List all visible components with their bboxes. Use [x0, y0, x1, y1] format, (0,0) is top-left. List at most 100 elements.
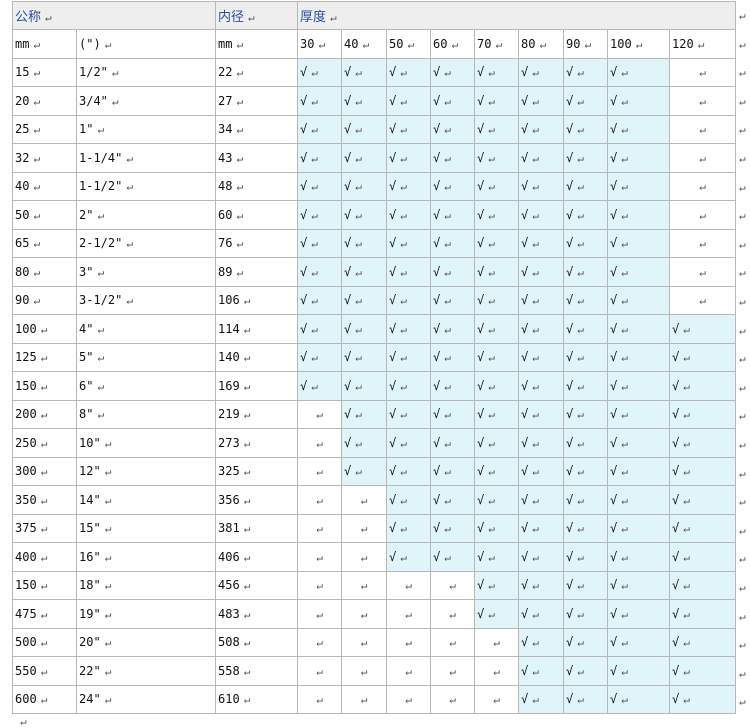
- return-mark: ↵: [97, 322, 105, 336]
- return-mark: ↵: [405, 607, 412, 621]
- nominal-mm-cell: 200 ↵: [12, 399, 77, 429]
- inner-diameter-cell: 456 ↵: [215, 570, 298, 600]
- return-mark: ↵: [248, 11, 255, 24]
- return-mark: ↵: [621, 379, 628, 393]
- nominal-mm-cell: 600 ↵: [12, 684, 77, 714]
- check-mark: √: [433, 122, 441, 137]
- return-mark: ↵: [400, 208, 407, 222]
- check-mark: √: [610, 293, 618, 308]
- check-mark: √: [433, 464, 441, 479]
- return-mark: ↵: [316, 636, 323, 650]
- table-row: 90 ↵ 3-1/2" ↵ 106 ↵ √ ↵ √ ↵ √ ↵ √ ↵ √ ↵ √ ↵ √ ↵ √ ↵ ↵: [12, 285, 736, 315]
- return-mark: ↵: [243, 693, 251, 707]
- outside-return-marks: ↵ ↵ ↵ ↵ ↵ ↵ ↵ ↵ ↵ ↵ ↵ ↵ ↵ ↵ ↵ ↵ ↵ ↵ ↵ ↵ ↵ ↵ ↵ ↵ ↵: [739, 0, 750, 725]
- nominal-mm-cell: 375 ↵: [12, 513, 77, 543]
- check-cell: √ ↵: [563, 228, 608, 258]
- return-mark: ↵: [444, 436, 451, 450]
- check-mark: √: [300, 207, 308, 222]
- empty-cell: ↵: [341, 513, 387, 543]
- check-cell: √ ↵: [386, 399, 431, 429]
- row-end-mark: ↵: [739, 581, 746, 594]
- return-mark: ↵: [40, 408, 48, 422]
- row-end-mark: ↵: [739, 466, 746, 480]
- nominal-mm-cell: 300 ↵: [12, 456, 77, 486]
- check-cell: √ ↵: [669, 599, 736, 629]
- return-mark: ↵: [532, 322, 539, 336]
- check-cell: √ ↵: [430, 114, 475, 144]
- return-mark: ↵: [488, 294, 495, 308]
- check-mark: √: [344, 435, 352, 450]
- check-mark: √: [477, 93, 485, 108]
- check-cell: √ ↵: [386, 228, 431, 258]
- return-mark: ↵: [488, 322, 495, 336]
- return-mark: ↵: [40, 693, 48, 707]
- return-mark: ↵: [621, 294, 628, 308]
- check-mark: √: [672, 407, 680, 422]
- return-mark: ↵: [104, 465, 112, 479]
- nominal-inch: 4": [79, 321, 94, 336]
- check-cell: √ ↵: [563, 627, 608, 657]
- nominal-mm-cell: 475 ↵: [12, 599, 77, 629]
- return-mark: ↵: [243, 408, 251, 422]
- return-mark: ↵: [621, 94, 628, 108]
- return-mark: ↵: [444, 66, 451, 80]
- nominal-inch: 20": [79, 635, 101, 650]
- return-mark: ↵: [444, 351, 451, 365]
- check-cell: √ ↵: [607, 428, 670, 458]
- empty-cell: ↵: [669, 171, 736, 201]
- check-mark: √: [610, 350, 618, 365]
- nominal-inch: 22": [79, 663, 101, 678]
- check-mark: √: [477, 521, 485, 536]
- row-end-mark: ↵: [739, 237, 746, 251]
- check-mark: √: [610, 207, 618, 222]
- check-mark: √: [389, 65, 397, 80]
- check-mark: √: [433, 236, 441, 251]
- check-mark: √: [433, 350, 441, 365]
- return-mark: ↵: [532, 607, 539, 621]
- return-mark: ↵: [97, 408, 105, 422]
- check-mark: √: [610, 321, 618, 336]
- return-mark: ↵: [488, 607, 495, 621]
- return-mark: ↵: [243, 550, 251, 564]
- empty-cell: ↵: [669, 86, 736, 116]
- inner-diameter-cell: 356 ↵: [215, 485, 298, 515]
- return-mark: ↵: [488, 351, 495, 365]
- nominal-inch: 1": [79, 122, 94, 137]
- check-cell: √ ↵: [386, 485, 431, 515]
- return-mark: ↵: [532, 265, 539, 279]
- row-end-mark: ↵: [739, 552, 746, 566]
- nominal-mm: 90: [15, 293, 30, 308]
- check-cell: √ ↵: [518, 627, 564, 657]
- bottom-return-mark: ↵: [20, 715, 27, 728]
- return-mark: ↵: [362, 37, 370, 51]
- return-mark: ↵: [488, 151, 495, 165]
- check-mark: √: [477, 378, 485, 393]
- inner-diameter: 89: [218, 264, 233, 279]
- return-mark: ↵: [683, 493, 690, 507]
- check-mark: √: [389, 350, 397, 365]
- return-mark: ↵: [621, 436, 628, 450]
- table-row: 15 ↵ 1/2" ↵ 22 ↵ √ ↵ √ ↵ √ ↵ √ ↵ √ ↵ √ ↵ √ ↵ √ ↵ ↵: [12, 57, 736, 87]
- row-end-mark: ↵: [739, 9, 746, 22]
- return-mark: ↵: [236, 237, 244, 251]
- check-mark: √: [566, 378, 574, 393]
- nominal-inch: 5": [79, 350, 94, 365]
- check-mark: √: [566, 578, 574, 593]
- inner-diameter-cell: 483 ↵: [215, 599, 298, 629]
- inner-diameter-cell: 43 ↵: [215, 143, 298, 173]
- inner-diameter-cell: 381 ↵: [215, 513, 298, 543]
- return-mark: ↵: [699, 294, 706, 308]
- return-mark: ↵: [699, 94, 706, 108]
- empty-cell: ↵: [474, 656, 519, 686]
- nominal-mm: 250: [15, 435, 37, 450]
- table-row: 100 ↵ 4" ↵ 114 ↵ √ ↵ √ ↵ √ ↵ √ ↵ √ ↵ √ ↵ √ ↵ √ ↵ √ ↵: [12, 314, 736, 344]
- check-cell: √ ↵: [518, 570, 564, 600]
- check-mark: √: [477, 236, 485, 251]
- check-mark: √: [566, 293, 574, 308]
- check-mark: √: [672, 521, 680, 536]
- return-mark: ↵: [699, 151, 706, 165]
- empty-cell: ↵: [386, 684, 431, 714]
- check-cell: √ ↵: [341, 228, 387, 258]
- check-cell: √ ↵: [669, 399, 736, 429]
- nominal-mm: 125: [15, 350, 37, 365]
